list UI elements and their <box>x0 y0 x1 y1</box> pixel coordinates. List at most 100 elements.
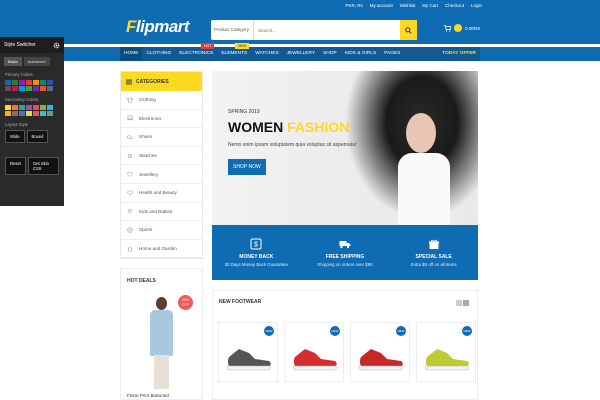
primary-color-swatch[interactable] <box>12 86 18 91</box>
nav-clothing[interactable]: CLOTHING <box>142 47 175 61</box>
secondary-color-swatch[interactable] <box>26 105 32 110</box>
product-card[interactable]: NEW <box>218 322 278 382</box>
primary-color-swatch[interactable] <box>26 80 32 85</box>
category-sports[interactable]: Sports <box>121 221 202 240</box>
category-health-beauty[interactable]: Health and Beauty <box>121 184 202 203</box>
money-back-title: MONEY BACK <box>239 254 274 260</box>
shop-now-button[interactable]: SHOP NOW <box>228 159 266 175</box>
secondary-color-swatch[interactable] <box>12 111 18 116</box>
secondary-color-swatch[interactable] <box>5 111 11 116</box>
category-clothing[interactable]: Clothing <box>121 91 202 110</box>
hot-deals-panel: HOT DEALS 20% OFF Floral Print Buttoned <box>120 268 203 400</box>
nav-kids-girls[interactable]: KIDS & GIRLS <box>341 47 380 61</box>
paw-icon <box>127 209 133 214</box>
checkout-link[interactable]: Checkout <box>445 3 464 8</box>
my-cart-link[interactable]: My Cart <box>422 3 438 8</box>
search-input[interactable] <box>254 20 400 40</box>
new-footwear-title: NEW FOOTWEAR <box>219 299 262 305</box>
model-face-image <box>406 113 436 153</box>
secondary-color-swatch[interactable] <box>47 105 53 110</box>
category-shoes[interactable]: Shoes <box>121 128 202 147</box>
categories-sidebar: CATEGORIES Clothing Electronics Shoes Wa… <box>120 71 203 259</box>
site-logo[interactable]: Flipmart <box>126 17 190 37</box>
search-button[interactable] <box>400 20 417 40</box>
header-bar: PKR, Rs My account Wishlist My Cart Chec… <box>0 0 600 44</box>
gift-icon <box>428 239 439 249</box>
product-card[interactable]: NEW <box>284 322 344 382</box>
truck-icon <box>339 241 351 249</box>
nav-home[interactable]: HOME <box>120 47 143 61</box>
nav-shop[interactable]: SHOP <box>319 47 341 61</box>
category-watches[interactable]: Watches <box>121 147 202 166</box>
primary-color-swatch[interactable] <box>26 86 32 91</box>
secondary-color-swatch[interactable] <box>12 105 18 110</box>
tab-advanced[interactable]: Advanced <box>23 57 50 66</box>
currency-link[interactable]: PKR, Rs <box>345 3 362 8</box>
category-home-garden[interactable]: Home and Garden <box>121 240 202 259</box>
nav-pages[interactable]: PAGES <box>380 47 404 61</box>
primary-color-swatch[interactable] <box>47 86 53 91</box>
secondary-color-swatch[interactable] <box>5 105 11 110</box>
secondary-color-swatch[interactable] <box>40 105 46 110</box>
secondary-color-swatch[interactable] <box>40 111 46 116</box>
wide-layout-button[interactable]: Wide <box>5 130 25 143</box>
nav-jewellery[interactable]: JEWELLERY <box>283 47 319 61</box>
secondary-color-swatch[interactable] <box>33 111 39 116</box>
cart-summary[interactable]: 0.00RS <box>443 24 480 32</box>
watch-icon <box>127 153 133 158</box>
get-skin-css-button[interactable]: Get Skin CSS <box>27 157 59 175</box>
primary-color-swatch[interactable] <box>33 80 39 85</box>
secondary-color-swatch[interactable] <box>19 111 25 116</box>
primary-color-swatch[interactable] <box>33 86 39 91</box>
tab-basic[interactable]: Basic <box>4 57 22 66</box>
search-category-select[interactable]: Product Category <box>211 20 254 40</box>
gear-icon[interactable] <box>53 42 60 49</box>
product-image-shirt[interactable] <box>146 297 176 389</box>
next-arrow-icon[interactable] <box>463 300 469 306</box>
style-switcher-title: Style Switcher <box>4 42 36 48</box>
new-badge: NEW <box>462 326 472 336</box>
secondary-color-swatch[interactable] <box>33 105 39 110</box>
nav-watches[interactable]: WATCHES <box>251 47 282 61</box>
categories-header: CATEGORIES <box>121 72 202 91</box>
primary-color-swatch[interactable] <box>47 80 53 85</box>
wishlist-link[interactable]: Wishlist <box>400 3 416 8</box>
categories-title: CATEGORIES <box>136 78 169 85</box>
category-jewellery[interactable]: Jewellery <box>121 165 202 184</box>
special-sale-block: SPECIAL SALE Extra $5 off on all items <box>389 225 478 280</box>
new-badge: NEW <box>330 326 340 336</box>
reset-button[interactable]: Reset <box>5 157 26 175</box>
secondary-colors-label: Secondary Colors <box>5 97 39 102</box>
today-offer-link[interactable]: TODAY OFFER <box>438 47 480 61</box>
hero-season: SPRING 2019 <box>228 109 260 115</box>
shoe-image <box>425 349 469 371</box>
prev-arrow-icon[interactable] <box>456 300 462 306</box>
search-icon <box>405 26 412 34</box>
primary-color-swatch[interactable] <box>40 86 46 91</box>
my-account-link[interactable]: My account <box>370 3 393 8</box>
primary-color-swatch[interactable] <box>5 86 11 91</box>
primary-color-swatch[interactable] <box>19 86 25 91</box>
category-kids-babies[interactable]: Kids and Babies <box>121 203 202 222</box>
primary-color-swatch[interactable] <box>12 80 18 85</box>
ball-icon <box>127 227 133 233</box>
nav-elements[interactable]: ELEMENTS <box>217 47 251 61</box>
secondary-color-swatch[interactable] <box>26 111 32 116</box>
secondary-color-swatch[interactable] <box>19 105 25 110</box>
free-shipping-block: FREE SHIPPING Shipping on orders over $9… <box>301 225 390 280</box>
boxed-layout-button[interactable]: Boxed <box>26 130 49 143</box>
category-electronics[interactable]: Electronics <box>121 110 202 129</box>
coin-icon <box>454 24 462 32</box>
laptop-icon <box>127 116 133 121</box>
secondary-color-swatch[interactable] <box>47 111 53 116</box>
primary-color-swatch[interactable] <box>40 80 46 85</box>
primary-color-swatch[interactable] <box>19 80 25 85</box>
product-card[interactable]: NEW <box>416 322 476 382</box>
free-shipping-title: FREE SHIPPING <box>325 254 365 260</box>
primary-color-swatch[interactable] <box>5 80 11 85</box>
login-link[interactable]: Login <box>471 3 482 8</box>
nav-electronics[interactable]: ELECTRONICS <box>175 47 217 61</box>
product-card[interactable]: NEW <box>350 322 410 382</box>
layout-style-label: Layout Style <box>5 122 29 127</box>
product-name[interactable]: Floral Print Buttoned <box>127 393 169 398</box>
